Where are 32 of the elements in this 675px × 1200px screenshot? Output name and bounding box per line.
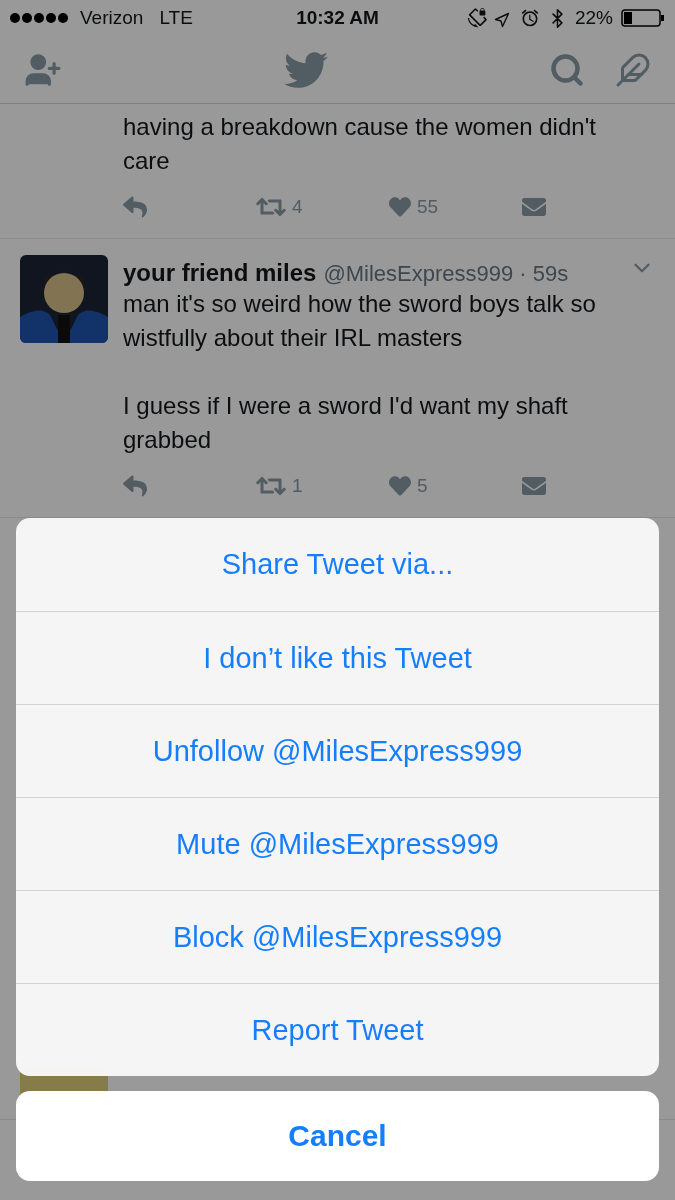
sheet-option[interactable]: Share Tweet via... <box>16 518 659 611</box>
reply-icon[interactable] <box>123 474 147 498</box>
battery-percent: 22% <box>574 7 613 29</box>
search-icon[interactable] <box>549 51 585 88</box>
cancel-button[interactable]: Cancel <box>16 1091 659 1181</box>
rotation-lock-icon <box>466 8 487 28</box>
network-type: LTE <box>159 7 193 29</box>
sheet-option[interactable]: Unfollow @MilesExpress999 <box>16 704 659 797</box>
author-name[interactable]: your friend miles <box>123 259 317 287</box>
sheet-option[interactable]: Block @MilesExpress999 <box>16 890 659 983</box>
compose-icon[interactable] <box>615 51 651 88</box>
tweet-text: I guess if I were a sword I'd want my shaft grabbed <box>123 391 569 455</box>
retweet-count: 4 <box>292 196 303 218</box>
heart-icon[interactable] <box>389 196 411 218</box>
clock-time: 10:32 AM <box>296 7 379 29</box>
alarm-icon <box>519 8 540 28</box>
retweet-count: 1 <box>292 475 303 497</box>
heart-icon[interactable] <box>389 475 411 497</box>
tweet-text: having a breakdown cause the women didn't care <box>123 112 597 176</box>
author-handle: @MilesExpress999 · 59s <box>323 261 569 287</box>
tweet-text: man it's so weird how the sword boys talk so wistfully about their IRL masters <box>123 289 597 353</box>
message-icon[interactable] <box>522 195 546 219</box>
signal-icon <box>10 13 70 23</box>
reply-icon[interactable] <box>123 195 147 219</box>
message-icon[interactable] <box>522 474 546 498</box>
like-count: 5 <box>417 475 428 497</box>
sheet-option[interactable]: Mute @MilesExpress999 <box>16 797 659 890</box>
battery-icon <box>621 9 665 27</box>
sheet-option[interactable]: Report Tweet <box>16 983 659 1076</box>
sheet-option[interactable]: I don’t like this Tweet <box>16 611 659 704</box>
carrier-name: Verizon <box>80 7 144 29</box>
like-count: 55 <box>417 196 439 218</box>
